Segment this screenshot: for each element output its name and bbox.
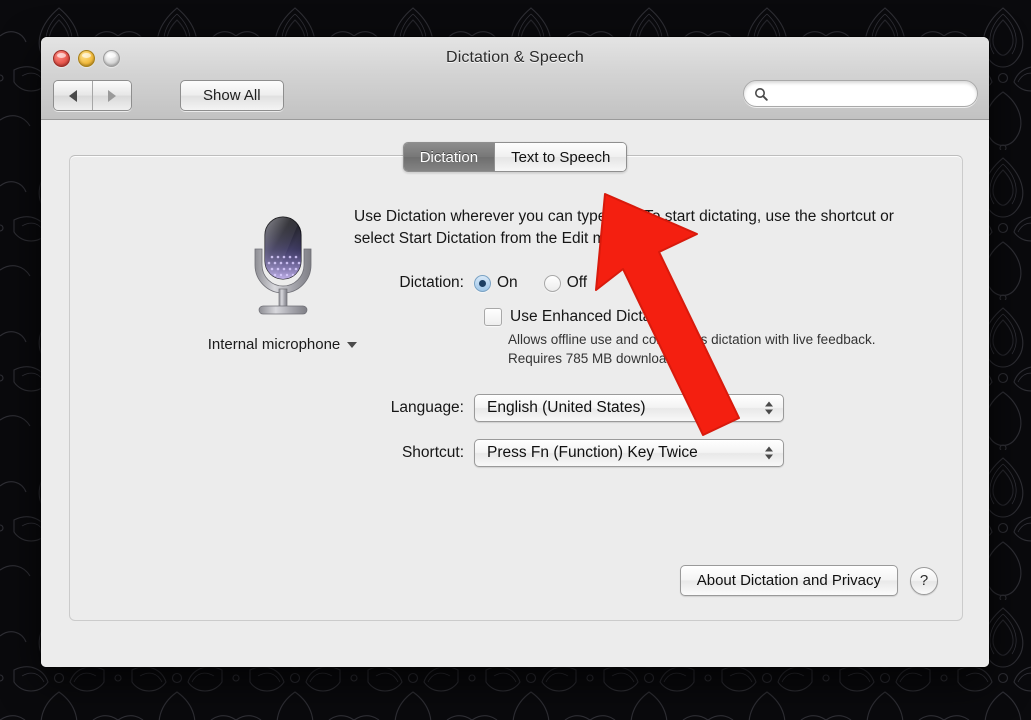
dictation-label: Dictation: [399, 274, 464, 291]
dictation-off-radio[interactable]: Off [543, 274, 588, 292]
window-title: Dictation & Speech [446, 49, 584, 66]
tab-dictation-label: Dictation [419, 148, 479, 166]
radio-selected-icon [474, 274, 491, 292]
forward-button[interactable] [92, 81, 131, 110]
dictation-on-label: On [497, 274, 518, 291]
stepper-icon [765, 446, 773, 460]
shortcut-value: Press Fn (Function) Key Twice [487, 444, 698, 461]
window-titlebar: Dictation & Speech Show All [41, 37, 989, 120]
language-popup-button[interactable]: English (United States) [474, 394, 784, 422]
pane-tab-bar: Dictation Text to Speech [41, 142, 989, 172]
dictation-off-label: Off [566, 274, 588, 291]
radio-unselected-icon [543, 274, 561, 292]
dictation-settings-form: Use Dictation wherever you can type text… [352, 206, 938, 467]
about-button-label: About Dictation and Privacy [696, 572, 881, 589]
navigation-segmented-control [53, 80, 132, 111]
dictation-row: Dictation: On Off [352, 274, 938, 292]
chevron-left-icon [69, 89, 77, 102]
about-dictation-and-privacy-button[interactable]: About Dictation and Privacy [679, 565, 898, 596]
search-input[interactable] [774, 85, 967, 102]
shortcut-label: Shortcut: [401, 444, 464, 461]
language-value: English (United States) [487, 399, 646, 416]
tab-text-to-speech-label: Text to Speech [511, 148, 611, 166]
show-all-label: Show All [203, 87, 261, 104]
language-label: Language: [390, 399, 464, 416]
help-button[interactable]: ? [910, 566, 938, 595]
pane-footer: About Dictation and Privacy ? [679, 565, 938, 596]
enhanced-dictation-note: Allows offline use and continuous dictat… [508, 332, 876, 366]
window-body: Internal microphone Use Dictation wherev… [41, 120, 989, 667]
desktop: Dictation & Speech Show All Internal mic… [0, 0, 1031, 720]
tab-text-to-speech[interactable]: Text to Speech [494, 143, 627, 171]
chevron-right-icon [108, 89, 116, 102]
dictation-and-speech-window: Dictation & Speech Show All Internal mic… [41, 37, 989, 667]
shortcut-popup-button[interactable]: Press Fn (Function) Key Twice [474, 439, 784, 467]
dictation-pane: Internal microphone Use Dictation wherev… [69, 155, 963, 621]
language-row: Language: English (United States) [352, 394, 938, 422]
search-field[interactable] [743, 80, 978, 107]
checkbox-unchecked-icon [484, 308, 502, 326]
use-enhanced-dictation-label: Use Enhanced Dictation [510, 308, 677, 325]
intro-text: Use Dictation wherever you can type text… [354, 208, 894, 247]
search-icon [754, 87, 768, 101]
use-enhanced-dictation-checkbox[interactable]: Use Enhanced Dictation [484, 308, 938, 326]
tab-dictation[interactable]: Dictation [403, 143, 495, 171]
dictation-on-radio[interactable]: On [474, 274, 518, 292]
help-icon: ? [919, 572, 929, 589]
shortcut-row: Shortcut: Press Fn (Function) Key Twice [352, 439, 938, 467]
back-button[interactable] [54, 81, 92, 110]
tab-group: Dictation Text to Speech [402, 142, 628, 172]
microphone-source-label: Internal microphone [207, 336, 341, 353]
stepper-icon [765, 401, 773, 415]
show-all-button[interactable]: Show All [180, 80, 284, 111]
